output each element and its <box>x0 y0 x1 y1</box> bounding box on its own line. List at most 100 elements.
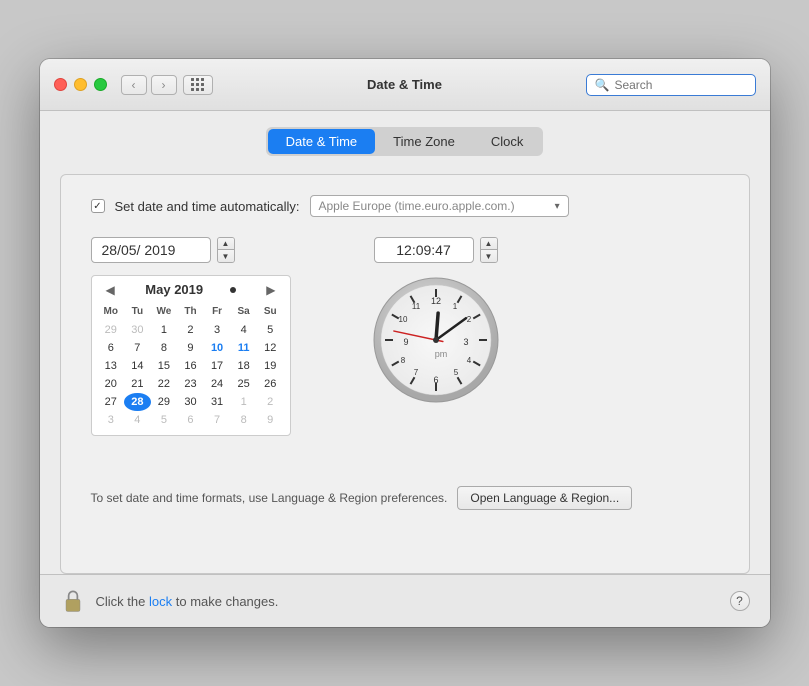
search-input[interactable] <box>614 78 746 92</box>
cal-day[interactable]: 20 <box>98 375 125 393</box>
calendar-month-year: May 2019 <box>145 282 203 297</box>
svg-text:6: 6 <box>433 375 438 385</box>
cal-day[interactable]: 7 <box>204 411 231 429</box>
clock-face: 12 3 6 9 1 2 4 5 7 8 10 11 <box>371 275 501 405</box>
cal-day[interactable]: 22 <box>151 375 178 393</box>
content-area: Date & Time Time Zone Clock ✓ Set date a… <box>40 111 770 574</box>
cal-day[interactable]: 9 <box>257 411 284 429</box>
cal-day[interactable]: 17 <box>204 357 231 375</box>
tab-date-time[interactable]: Date & Time <box>268 129 376 154</box>
cal-day[interactable]: 2 <box>177 321 204 339</box>
calendar-next-button[interactable]: ▶ <box>262 283 279 297</box>
bottom-bar: Click the lock to make changes. ? <box>40 574 770 627</box>
cal-day[interactable]: 6 <box>98 339 125 357</box>
time-input-row: 12:09:47 ▲ ▼ <box>374 237 498 263</box>
date-stepper-up[interactable]: ▲ <box>218 238 234 250</box>
tab-time-zone[interactable]: Time Zone <box>375 129 473 154</box>
time-server-dropdown[interactable]: Apple Europe (time.euro.apple.com.) ▾ <box>310 195 569 217</box>
cal-day[interactable]: 8 <box>230 411 257 429</box>
date-input-row: 28/05/ 2019 ▲ ▼ <box>91 237 291 263</box>
cal-day[interactable]: 31 <box>204 393 231 411</box>
dropdown-arrow-icon: ▾ <box>555 201 560 212</box>
svg-text:1: 1 <box>452 302 457 311</box>
cal-day[interactable]: 21 <box>124 375 151 393</box>
help-button[interactable]: ? <box>730 591 750 611</box>
search-box[interactable]: 🔍 <box>586 74 756 96</box>
cal-day[interactable]: 29 <box>151 393 178 411</box>
date-input[interactable]: 28/05/ 2019 <box>91 237 211 263</box>
calendar-prev-button[interactable]: ◀ <box>102 283 119 297</box>
back-icon: ‹ <box>132 78 136 92</box>
maximize-button[interactable] <box>94 78 107 91</box>
calendar-week-5: 27 28 29 30 31 1 2 <box>98 393 284 411</box>
calendar-today-dot <box>230 287 236 293</box>
cal-day[interactable]: 19 <box>257 357 284 375</box>
calendar-week-1: 29 30 1 2 3 4 5 <box>98 321 284 339</box>
date-time-row: 28/05/ 2019 ▲ ▼ ◀ May 2019 ▶ <box>91 237 719 436</box>
cal-day[interactable]: 27 <box>98 393 125 411</box>
cal-day[interactable]: 4 <box>230 321 257 339</box>
auto-time-row: ✓ Set date and time automatically: Apple… <box>91 195 719 217</box>
cal-day[interactable]: 5 <box>257 321 284 339</box>
cal-day[interactable]: 9 <box>177 339 204 357</box>
svg-text:pm: pm <box>434 349 447 359</box>
time-stepper-down[interactable]: ▼ <box>481 250 497 262</box>
svg-text:8: 8 <box>400 356 405 365</box>
date-stepper: ▲ ▼ <box>217 237 235 263</box>
cal-day-selected[interactable]: 28 <box>124 393 151 411</box>
traffic-lights <box>54 78 107 91</box>
tab-clock[interactable]: Clock <box>473 129 542 154</box>
cal-day[interactable]: 15 <box>151 357 178 375</box>
cal-day[interactable]: 6 <box>177 411 204 429</box>
date-stepper-down[interactable]: ▼ <box>218 250 234 262</box>
cal-day[interactable]: 29 <box>98 321 125 339</box>
lock-icon <box>60 587 86 615</box>
forward-button[interactable]: › <box>151 75 177 95</box>
footer-message: To set date and time formats, use Langua… <box>91 491 448 505</box>
cal-day[interactable]: 3 <box>98 411 125 429</box>
svg-text:10: 10 <box>398 315 407 324</box>
cal-day[interactable]: 24 <box>204 375 231 393</box>
calendar-week-4: 20 21 22 23 24 25 26 <box>98 375 284 393</box>
cal-day[interactable]: 12 <box>257 339 284 357</box>
footer-bar: To set date and time formats, use Langua… <box>91 466 719 510</box>
auto-time-checkbox[interactable]: ✓ <box>91 199 105 213</box>
cal-day[interactable]: 10 <box>204 339 231 357</box>
cal-day[interactable]: 7 <box>124 339 151 357</box>
cal-header-tu: Tu <box>124 303 151 321</box>
cal-day[interactable]: 5 <box>151 411 178 429</box>
cal-day[interactable]: 30 <box>177 393 204 411</box>
lock-link[interactable]: lock <box>149 594 172 609</box>
grid-view-button[interactable] <box>183 75 213 95</box>
cal-header-we: We <box>151 303 178 321</box>
footer-text: To set date and time formats, use Langua… <box>91 491 448 505</box>
cal-day[interactable]: 25 <box>230 375 257 393</box>
time-input[interactable]: 12:09:47 <box>374 237 474 263</box>
cal-day[interactable]: 1 <box>151 321 178 339</box>
close-button[interactable] <box>54 78 67 91</box>
cal-day[interactable]: 30 <box>124 321 151 339</box>
cal-day[interactable]: 11 <box>230 339 257 357</box>
cal-day[interactable]: 13 <box>98 357 125 375</box>
cal-day[interactable]: 4 <box>124 411 151 429</box>
cal-day[interactable]: 1 <box>230 393 257 411</box>
svg-text:3: 3 <box>463 337 468 347</box>
main-panel: ✓ Set date and time automatically: Apple… <box>60 174 750 574</box>
cal-day[interactable]: 3 <box>204 321 231 339</box>
calendar-grid: Mo Tu We Th Fr Sa Su 29 30 <box>92 303 290 435</box>
svg-text:5: 5 <box>453 368 458 377</box>
time-stepper-up[interactable]: ▲ <box>481 238 497 250</box>
back-button[interactable]: ‹ <box>121 75 147 95</box>
cal-day[interactable]: 8 <box>151 339 178 357</box>
cal-day[interactable]: 2 <box>257 393 284 411</box>
cal-day[interactable]: 18 <box>230 357 257 375</box>
cal-day[interactable]: 14 <box>124 357 151 375</box>
open-language-region-button[interactable]: Open Language & Region... <box>457 486 632 510</box>
cal-day[interactable]: 26 <box>257 375 284 393</box>
minimize-button[interactable] <box>74 78 87 91</box>
titlebar: ‹ › Date & Time 🔍 <box>40 59 770 111</box>
cal-day[interactable]: 16 <box>177 357 204 375</box>
calendar-header-row: Mo Tu We Th Fr Sa Su <box>98 303 284 321</box>
cal-day[interactable]: 23 <box>177 375 204 393</box>
clock-svg: 12 3 6 9 1 2 4 5 7 8 10 11 <box>371 275 501 405</box>
